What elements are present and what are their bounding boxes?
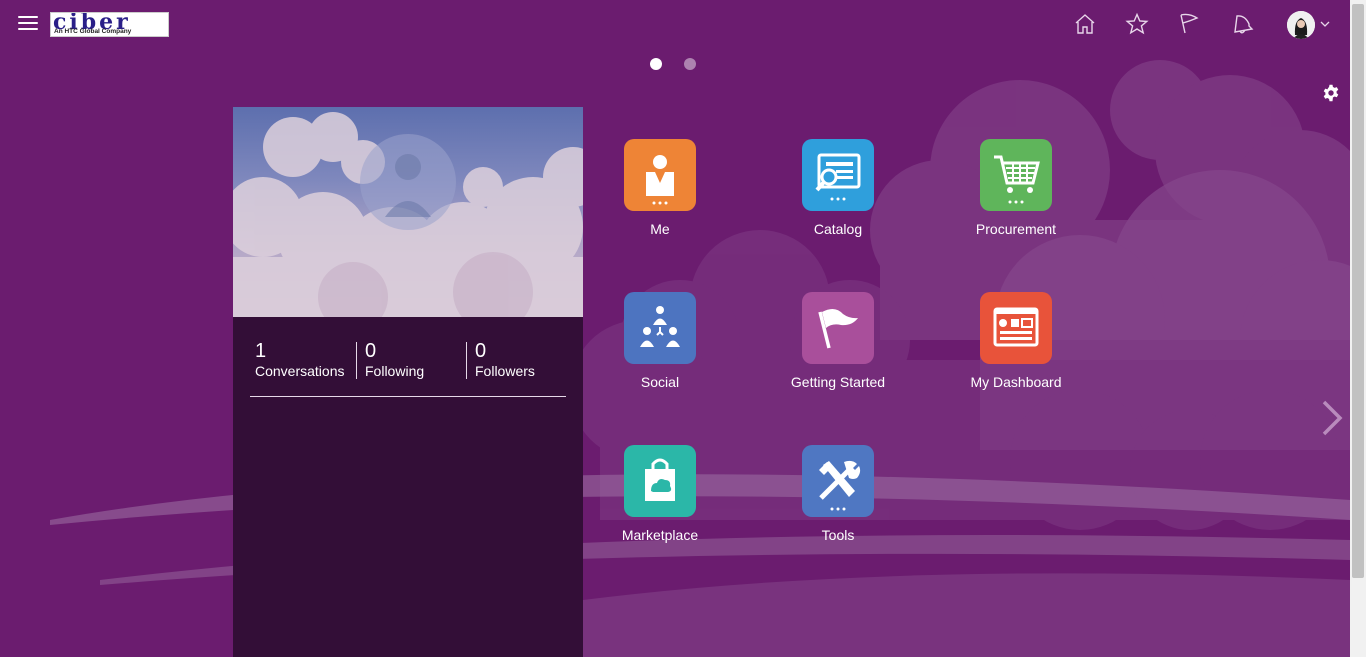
app-label: Social xyxy=(640,374,680,390)
avatar-image xyxy=(1287,11,1315,39)
app-label: Me xyxy=(650,221,670,237)
company-logo[interactable]: ciber An HTC Global Company xyxy=(50,12,169,37)
app-tile-my-dashboard[interactable]: My Dashboard xyxy=(951,292,1081,412)
profile-panel: 1 Conversations 0 Following 0 Followers xyxy=(233,107,583,657)
home-icon[interactable] xyxy=(1073,12,1097,36)
gear-icon[interactable] xyxy=(1322,84,1340,102)
app-label: Getting Started xyxy=(790,374,886,390)
page-dot-2[interactable] xyxy=(684,58,696,70)
stat-conversations[interactable]: 1 Conversations xyxy=(255,339,355,379)
app-tile-tools[interactable]: Tools xyxy=(773,445,903,565)
stat-value: 0 xyxy=(475,340,487,362)
stat-followers[interactable]: 0 Followers xyxy=(475,339,575,379)
shopping-cart-icon xyxy=(980,139,1052,211)
app-label: My Dashboard xyxy=(970,374,1062,390)
app-tile-marketplace[interactable]: Marketplace xyxy=(595,445,725,565)
page-dot-1[interactable] xyxy=(650,58,662,70)
menu-icon[interactable] xyxy=(18,16,38,32)
shopping-bag-icon xyxy=(624,445,696,517)
stat-label: Conversations xyxy=(255,363,345,379)
catalog-search-icon xyxy=(802,139,874,211)
app-tile-catalog[interactable]: Catalog xyxy=(773,139,903,259)
flag-icon xyxy=(802,292,874,364)
stat-following[interactable]: 0 Following xyxy=(365,339,465,379)
logo-subtext: An HTC Global Company xyxy=(54,28,132,35)
chevron-right-icon[interactable] xyxy=(1318,398,1346,438)
user-avatar[interactable] xyxy=(1287,11,1315,39)
scrollbar-thumb[interactable] xyxy=(1352,4,1364,578)
chevron-down-icon[interactable] xyxy=(1320,20,1330,28)
tools-icon xyxy=(802,445,874,517)
top-header: ciber An HTC Global Company xyxy=(0,0,1350,50)
app-tile-getting-started[interactable]: Getting Started xyxy=(773,292,903,412)
stat-value: 1 xyxy=(255,340,267,362)
social-network-icon xyxy=(624,292,696,364)
flag-icon[interactable] xyxy=(1177,12,1201,36)
stat-label: Following xyxy=(365,363,425,379)
dashboard-icon xyxy=(980,292,1052,364)
person-icon xyxy=(624,139,696,211)
app-label: Marketplace xyxy=(621,527,699,543)
stat-divider xyxy=(356,342,357,379)
app-label: Tools xyxy=(821,527,855,543)
stat-divider xyxy=(466,342,467,379)
star-icon[interactable] xyxy=(1125,12,1149,36)
profile-stats-area: 1 Conversations 0 Following 0 Followers xyxy=(233,317,583,657)
app-tile-social[interactable]: Social xyxy=(595,292,725,412)
app-tile-me[interactable]: Me xyxy=(595,139,725,259)
app-label: Procurement xyxy=(975,221,1057,237)
profile-stats: 1 Conversations 0 Following 0 Followers xyxy=(250,339,566,397)
stat-label: Followers xyxy=(475,363,535,379)
app-label: Catalog xyxy=(813,221,863,237)
app-tile-procurement[interactable]: Procurement xyxy=(951,139,1081,259)
sky-clouds-image xyxy=(233,112,583,317)
bell-icon[interactable] xyxy=(1230,12,1254,36)
stat-value: 0 xyxy=(365,340,377,362)
vertical-scrollbar[interactable] xyxy=(1350,0,1366,657)
profile-banner-image xyxy=(233,107,583,317)
